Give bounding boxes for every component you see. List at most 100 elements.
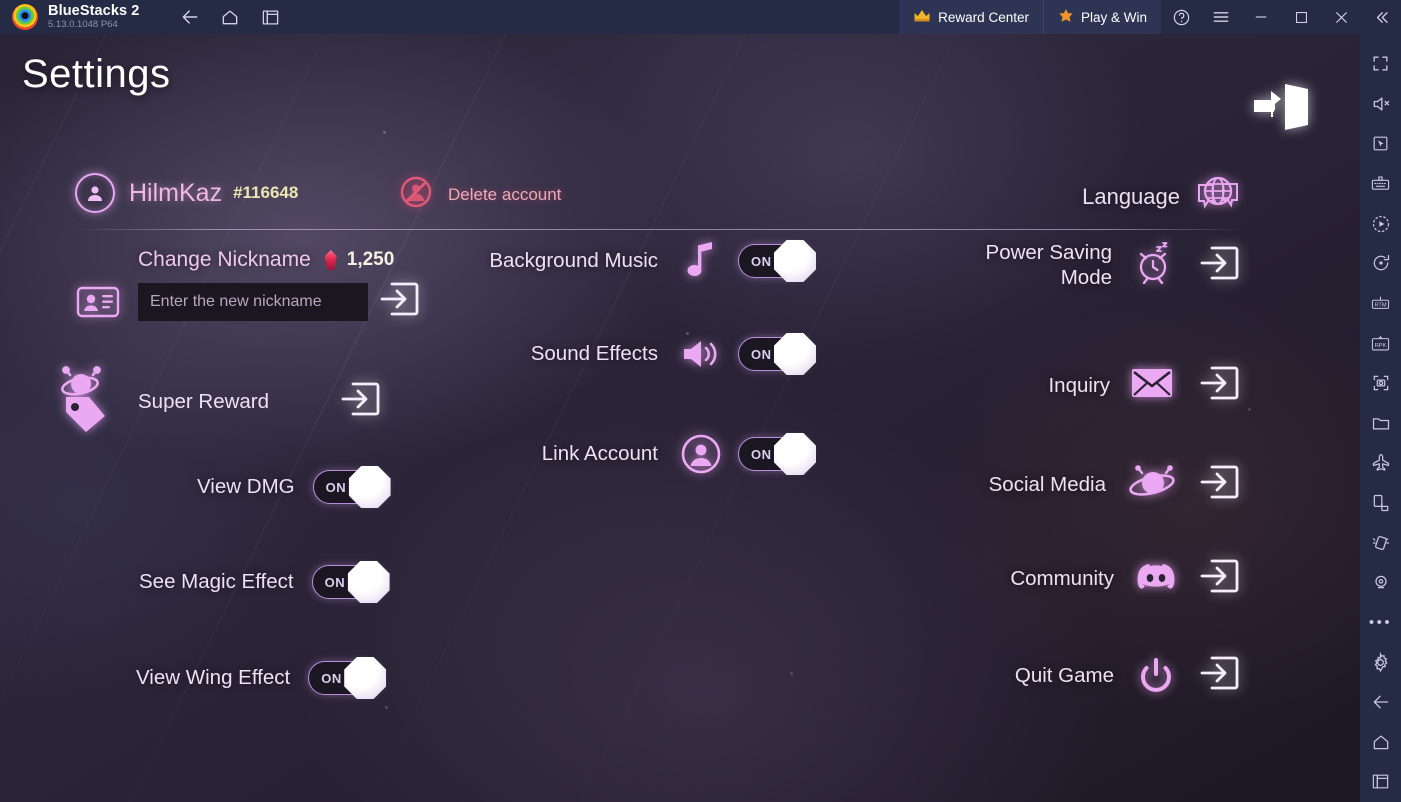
user-id: #116648 <box>233 183 299 202</box>
globe-icon <box>1194 172 1242 221</box>
play-and-win-label: Play & Win <box>1080 9 1147 25</box>
reward-center-button[interactable]: Reward Center <box>899 0 1043 34</box>
account-row[interactable]: HilmKaz #116648 <box>75 168 298 218</box>
bluestacks-sidebar: RTM RPK ••• <box>1360 34 1401 802</box>
language-label: Language <box>1082 183 1180 209</box>
menu-icon[interactable] <box>1201 0 1241 34</box>
view-dmg-label: View DMG <box>197 475 295 498</box>
view-wing-effect-toggle-state: ON <box>321 670 342 686</box>
delete-account-button[interactable]: Delete account <box>398 174 561 215</box>
toggle-knob <box>774 240 816 282</box>
community-arrow-button[interactable] <box>1198 557 1240 600</box>
toggle-knob <box>348 466 391 508</box>
android-back-icon[interactable] <box>1360 682 1401 722</box>
toggle-knob <box>774 333 816 375</box>
shake-icon[interactable] <box>1360 523 1401 563</box>
view-dmg-toggle-state: ON <box>325 479 347 495</box>
nickname-input[interactable] <box>138 282 368 321</box>
media-folder-icon[interactable] <box>1360 403 1401 443</box>
back-button[interactable] <box>173 2 207 32</box>
person-circle-icon <box>680 433 722 475</box>
page-title: Settings <box>22 52 171 96</box>
airplane-icon[interactable] <box>1360 443 1401 483</box>
macro-recorder-icon[interactable] <box>1360 204 1401 244</box>
link-account-toggle[interactable]: ON <box>738 433 816 475</box>
speaker-icon <box>680 337 722 371</box>
see-magic-effect-toggle[interactable]: ON <box>311 561 390 603</box>
settings-gear-icon[interactable] <box>1360 642 1401 682</box>
community-row[interactable]: Community <box>935 557 1240 600</box>
more-icon[interactable]: ••• <box>1360 602 1401 642</box>
view-wing-effect-label: View Wing Effect <box>136 666 291 689</box>
home-button[interactable] <box>213 2 247 32</box>
social-media-row[interactable]: Social Media <box>935 461 1240 508</box>
nickname-submit-button[interactable] <box>378 280 420 323</box>
background-music-row[interactable]: Background Music ON <box>456 240 816 282</box>
minimize-button[interactable] <box>1241 0 1281 34</box>
android-home-icon[interactable] <box>1360 722 1401 762</box>
planet-tag-icon <box>48 364 126 439</box>
link-account-row[interactable]: Link Account ON <box>456 433 816 475</box>
svg-text:RPK: RPK <box>1375 343 1387 349</box>
maximize-button[interactable] <box>1281 0 1321 34</box>
rotate-icon[interactable] <box>1360 243 1401 283</box>
rtm-icon[interactable]: RTM <box>1360 283 1401 323</box>
reward-center-label: Reward Center <box>938 9 1029 25</box>
svg-text:RTM: RTM <box>1374 303 1386 309</box>
see-magic-effect-row[interactable]: See Magic Effect ON <box>139 561 390 603</box>
close-button[interactable] <box>1321 0 1361 34</box>
inquiry-label: Inquiry <box>1048 373 1110 397</box>
screenshot-icon[interactable] <box>1360 363 1401 403</box>
fullscreen-icon[interactable] <box>1360 44 1401 84</box>
change-nickname-block: Change Nickname 1,250 <box>76 248 420 323</box>
header-divider <box>75 229 1245 230</box>
view-dmg-toggle[interactable]: ON <box>312 466 391 508</box>
rpk-icon[interactable]: RPK <box>1360 323 1401 363</box>
location-icon[interactable] <box>1360 563 1401 603</box>
change-nickname-header: Change Nickname 1,250 <box>138 248 420 272</box>
link-account-toggle-state: ON <box>751 446 772 462</box>
super-reward-arrow-button[interactable] <box>339 380 381 423</box>
inquiry-row[interactable]: Inquiry <box>935 364 1240 407</box>
multi-instance-button[interactable] <box>253 2 287 32</box>
quit-game-row[interactable]: Quit Game <box>935 654 1240 697</box>
view-wing-effect-row[interactable]: View Wing Effect ON <box>136 657 387 699</box>
crown-icon <box>913 9 931 26</box>
exit-door-icon[interactable] <box>1250 80 1314 132</box>
mute-icon[interactable] <box>1360 84 1401 124</box>
bluestacks-window: BlueStacks 2 5.13.0.1048 P64 Reward Cent… <box>0 0 1401 802</box>
discord-icon <box>1134 559 1178 598</box>
power-icon <box>1134 657 1178 695</box>
title-bar: BlueStacks 2 5.13.0.1048 P64 Reward Cent… <box>0 0 1401 34</box>
quit-game-arrow-button[interactable] <box>1198 654 1240 697</box>
rotate-device-icon[interactable] <box>1360 483 1401 523</box>
inquiry-arrow-button[interactable] <box>1198 364 1240 407</box>
star-icon <box>1059 9 1073 22</box>
language-button[interactable]: Language <box>1082 172 1242 221</box>
keyboard-controls-icon[interactable] <box>1360 164 1401 204</box>
sound-effects-label: Sound Effects <box>530 342 658 365</box>
android-recents-icon[interactable] <box>1360 762 1401 802</box>
power-saving-mode-row[interactable]: Power Saving Mode <box>935 241 1240 290</box>
collapse-button[interactable] <box>1361 0 1401 34</box>
bluestacks-logo-icon <box>12 4 38 30</box>
view-dmg-row[interactable]: View DMG ON <box>197 466 391 508</box>
help-icon[interactable] <box>1161 0 1201 34</box>
background-music-label: Background Music <box>489 249 658 272</box>
play-and-win-button[interactable]: Play & Win <box>1042 0 1161 34</box>
cursor-icon[interactable] <box>1360 124 1401 164</box>
titlebar-right: Reward Center Play & Win <box>899 0 1401 34</box>
envelope-icon <box>1130 366 1174 405</box>
sound-effects-toggle-state: ON <box>751 346 772 362</box>
background-music-toggle[interactable]: ON <box>738 240 816 282</box>
planet-icon <box>1126 461 1178 508</box>
sound-effects-toggle[interactable]: ON <box>738 333 816 375</box>
game-viewport: Settings HilmKaz #116648 Delete account … <box>0 34 1360 802</box>
view-wing-effect-toggle[interactable]: ON <box>308 657 387 699</box>
username: HilmKaz <box>129 178 223 207</box>
social-media-arrow-button[interactable] <box>1198 463 1240 506</box>
social-media-label: Social Media <box>988 472 1106 496</box>
sound-effects-row[interactable]: Sound Effects ON <box>456 333 816 375</box>
super-reward-row[interactable]: Super Reward <box>48 364 381 439</box>
power-saving-mode-arrow-button[interactable] <box>1198 244 1240 287</box>
